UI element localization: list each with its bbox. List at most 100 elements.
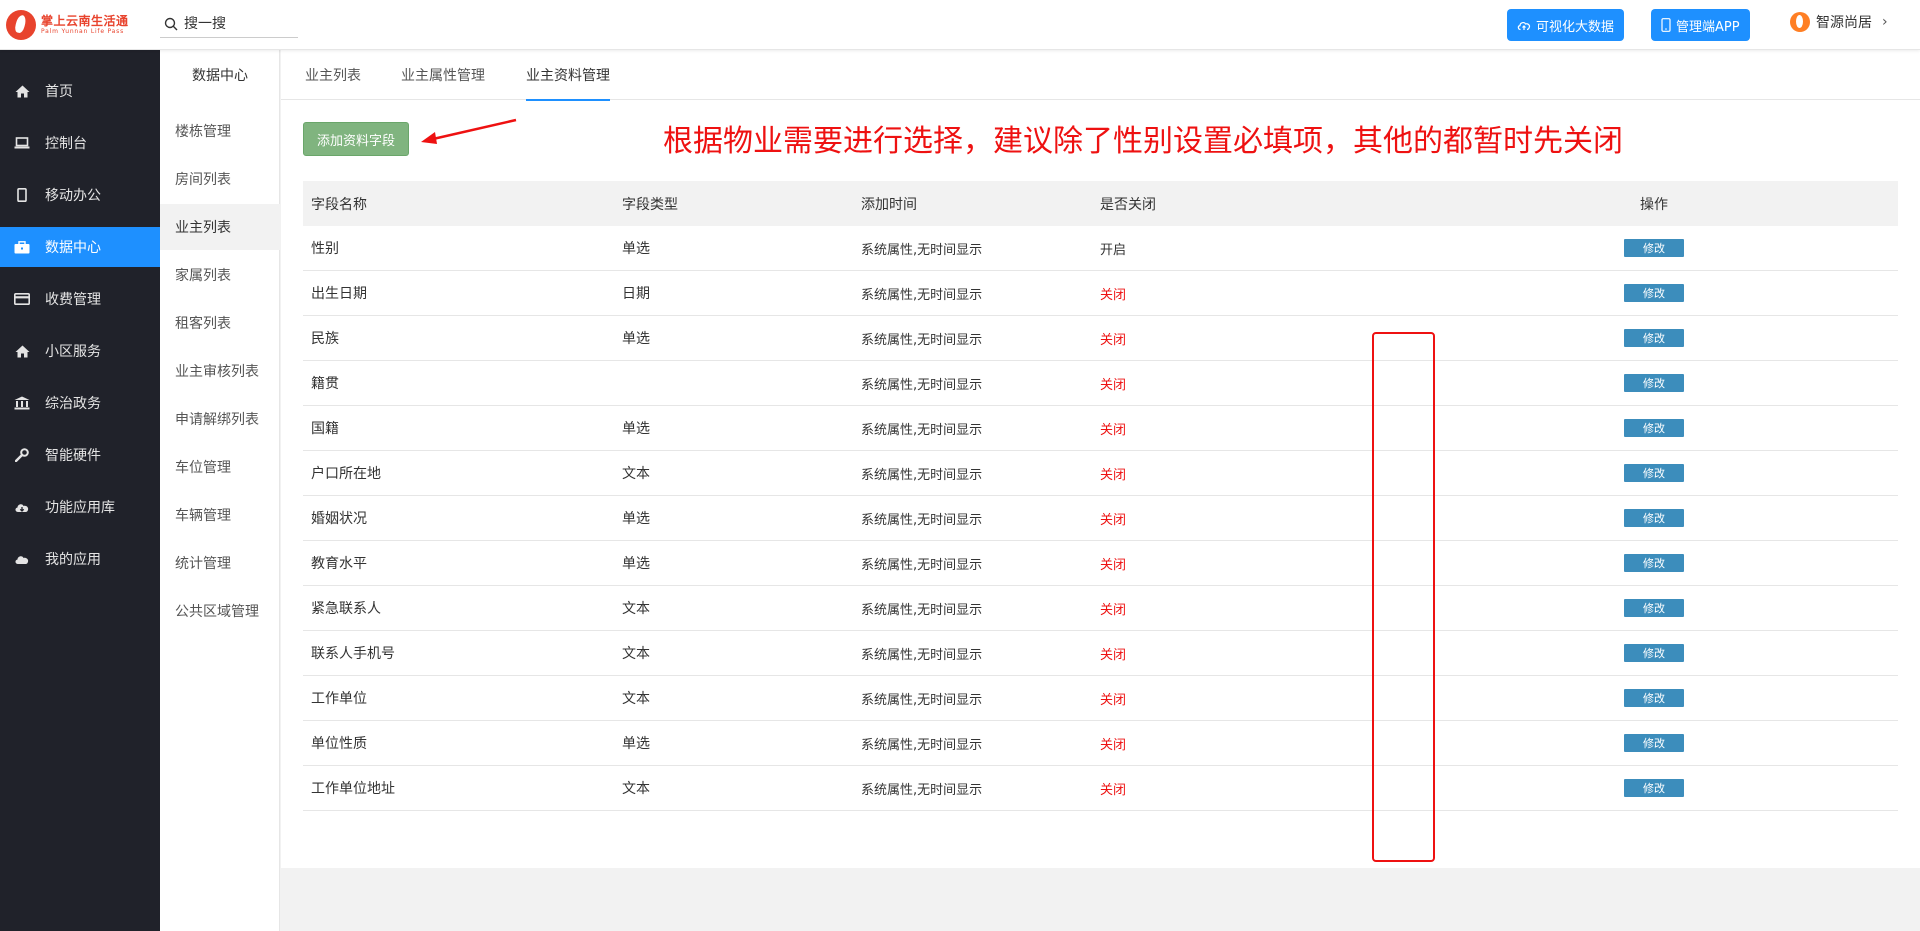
sidebar-item-data-center[interactable]: 数据中心 xyxy=(0,227,160,267)
subnav-item[interactable]: 房间列表 xyxy=(160,156,280,202)
cell-add-time: 系统属性,无时间显示 xyxy=(861,287,983,303)
table-row: 民族 单选 系统属性,无时间显示 关闭 修改 xyxy=(303,316,1898,361)
status-toggle[interactable]: 关闭 xyxy=(1100,558,1126,573)
sidebar-item-label: 小区服务 xyxy=(45,344,101,360)
cell-field-type: 文本 xyxy=(622,781,650,797)
edit-button[interactable]: 修改 xyxy=(1624,644,1684,662)
edit-button[interactable]: 修改 xyxy=(1624,689,1684,707)
edit-button[interactable]: 修改 xyxy=(1624,734,1684,752)
annotation-text: 根据物业需要进行选择，建议除了性别设置必填项，其他的都暂时先关闭 xyxy=(663,124,1623,159)
status-toggle[interactable]: 关闭 xyxy=(1100,423,1126,438)
search-icon xyxy=(164,17,178,30)
edit-button[interactable]: 修改 xyxy=(1624,374,1684,392)
search-input[interactable] xyxy=(184,15,284,32)
logo-subtitle: Palm Yunnan Life Pass xyxy=(41,28,125,35)
cell-field-name: 工作单位 xyxy=(311,691,367,707)
sidebar-item-label: 功能应用库 xyxy=(45,500,115,516)
edit-button[interactable]: 修改 xyxy=(1624,554,1684,572)
status-toggle[interactable]: 关闭 xyxy=(1100,378,1126,393)
subnav-item[interactable]: 申请解绑列表 xyxy=(160,396,280,442)
sidebar-item-label: 综治政务 xyxy=(45,396,101,412)
tab-owner-profile[interactable]: 业主资料管理 xyxy=(526,50,610,101)
user-name: 智源尚居 xyxy=(1816,15,1872,31)
status-toggle[interactable]: 开启 xyxy=(1100,243,1126,258)
cell-add-time: 系统属性,无时间显示 xyxy=(861,242,983,258)
subnav-item[interactable]: 业主审核列表 xyxy=(160,348,280,394)
subnav-item[interactable]: 统计管理 xyxy=(160,540,280,586)
cell-field-name: 性别 xyxy=(311,241,339,257)
edit-button[interactable]: 修改 xyxy=(1624,509,1684,527)
status-toggle[interactable]: 关闭 xyxy=(1100,738,1126,753)
sidebar-item-community-service[interactable]: 小区服务 xyxy=(0,331,160,371)
status-toggle[interactable]: 关闭 xyxy=(1100,468,1126,483)
tab-owner-list[interactable]: 业主列表 xyxy=(305,50,361,100)
subnav-item[interactable]: 租客列表 xyxy=(160,300,280,346)
sidebar-item-label: 数据中心 xyxy=(45,240,101,256)
subnav-item[interactable]: 车辆管理 xyxy=(160,492,280,538)
cell-add-time: 系统属性,无时间显示 xyxy=(861,422,983,438)
subnav-item[interactable]: 车位管理 xyxy=(160,444,280,490)
admin-app-label: 管理端APP xyxy=(1676,19,1740,35)
field-table: 字段名称 字段类型 添加时间 是否关闭 操作 性别 单选 系统属性,无时间显示 开启修… xyxy=(303,181,1898,811)
status-toggle[interactable]: 关闭 xyxy=(1100,513,1126,528)
add-field-button[interactable]: 添加资料字段 xyxy=(303,122,409,156)
subnav-item[interactable]: 公共区域管理 xyxy=(160,588,280,634)
cloud-download-icon xyxy=(14,499,30,515)
subnav-item[interactable]: 楼栋管理 xyxy=(160,108,280,154)
status-toggle[interactable]: 关闭 xyxy=(1100,603,1126,618)
cell-field-name: 紧急联系人 xyxy=(311,601,381,617)
edit-button[interactable]: 修改 xyxy=(1624,239,1684,257)
admin-app-button[interactable]: 管理端APP xyxy=(1651,9,1750,41)
cell-field-type: 单选 xyxy=(622,331,650,347)
table-row: 工作单位 文本 系统属性,无时间显示 关闭 修改 xyxy=(303,676,1898,721)
cell-add-time: 系统属性,无时间显示 xyxy=(861,602,983,618)
cell-field-name: 婚姻状况 xyxy=(311,511,367,527)
status-toggle[interactable]: 关闭 xyxy=(1100,648,1126,663)
cell-field-name: 户口所在地 xyxy=(311,466,381,482)
laptop-icon xyxy=(14,135,30,151)
edit-button[interactable]: 修改 xyxy=(1624,599,1684,617)
edit-button[interactable]: 修改 xyxy=(1624,284,1684,302)
status-toggle[interactable]: 关闭 xyxy=(1100,333,1126,348)
briefcase-icon xyxy=(14,239,30,255)
home-icon xyxy=(14,83,30,99)
bigdata-button[interactable]: 可视化大数据 xyxy=(1507,9,1625,41)
status-toggle[interactable]: 关闭 xyxy=(1100,288,1126,303)
edit-button[interactable]: 修改 xyxy=(1624,464,1684,482)
table-body: 性别 单选 系统属性,无时间显示 开启 修改 出生日期 日期 系统属性,无时间显示 关闭 修改 民族… xyxy=(303,226,1898,811)
cell-field-type: 单选 xyxy=(622,241,650,257)
col-header-time: 添加时间 xyxy=(861,196,917,213)
sidebar-item-console[interactable]: 控制台 xyxy=(0,123,160,163)
sidebar-item-home[interactable]: 首页 xyxy=(0,71,160,111)
subnav-title: 数据中心 xyxy=(192,68,248,84)
mobile-icon xyxy=(1661,18,1671,32)
sidebar-item-app-library[interactable]: 功能应用库 xyxy=(0,487,160,527)
subnav-item[interactable]: 家属列表 xyxy=(160,252,280,298)
subnav-item-owner-list[interactable]: 业主列表 xyxy=(160,204,280,250)
col-header-name: 字段名称 xyxy=(311,196,367,213)
sidebar-item-billing[interactable]: 收费管理 xyxy=(0,279,160,319)
sidebar-item-governance[interactable]: 综治政务 xyxy=(0,383,160,423)
cell-field-type: 文本 xyxy=(622,646,650,662)
edit-button[interactable]: 修改 xyxy=(1624,779,1684,797)
edit-button[interactable]: 修改 xyxy=(1624,419,1684,437)
search-box[interactable] xyxy=(160,10,298,38)
cell-field-type: 日期 xyxy=(622,286,650,302)
logo-mark-icon xyxy=(6,10,36,40)
sidebar-item-label: 收费管理 xyxy=(45,292,101,308)
sub-sidebar: 数据中心 楼栋管理 房间列表 业主列表 家属列表 租客列表 业主审核列表 申请解… xyxy=(160,50,280,931)
table-row: 国籍 单选 系统属性,无时间显示 关闭 修改 xyxy=(303,406,1898,451)
sidebar-item-smart-hardware[interactable]: 智能硬件 xyxy=(0,435,160,475)
logo[interactable]: 掌上云南生活通 Palm Yunnan Life Pass xyxy=(6,8,156,42)
status-toggle[interactable]: 关闭 xyxy=(1100,693,1126,708)
edit-button[interactable]: 修改 xyxy=(1624,329,1684,347)
table-row: 出生日期 日期 系统属性,无时间显示 关闭 修改 xyxy=(303,271,1898,316)
user-menu[interactable]: 智源尚居 › xyxy=(1790,12,1888,32)
cell-field-name: 国籍 xyxy=(311,421,339,437)
status-toggle[interactable]: 关闭 xyxy=(1100,783,1126,798)
logo-title: 掌上云南生活通 xyxy=(41,14,129,28)
sidebar-item-mobile-office[interactable]: 移动办公 xyxy=(0,175,160,215)
tab-owner-attributes[interactable]: 业主属性管理 xyxy=(401,50,485,100)
sidebar-item-label: 首页 xyxy=(45,84,73,100)
sidebar-item-my-apps[interactable]: 我的应用 xyxy=(0,539,160,579)
